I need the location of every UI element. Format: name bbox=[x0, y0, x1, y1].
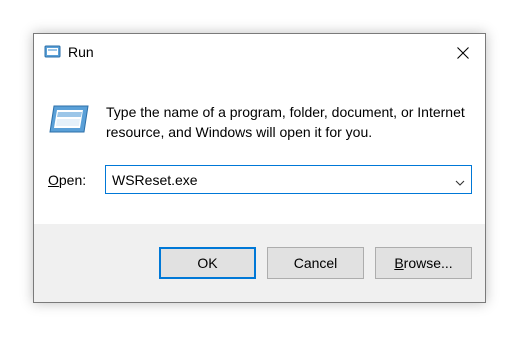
browse-accel: B bbox=[394, 255, 404, 271]
close-button[interactable] bbox=[441, 34, 485, 72]
chevron-down-icon[interactable] bbox=[455, 175, 465, 186]
open-combobox[interactable]: WSReset.exe bbox=[105, 165, 472, 194]
open-input-value[interactable]: WSReset.exe bbox=[112, 172, 198, 188]
browse-label-rest: rowse... bbox=[403, 255, 453, 271]
description-text: Type the name of a program, folder, docu… bbox=[106, 104, 465, 140]
ok-button[interactable]: OK bbox=[159, 247, 256, 279]
window-title: Run bbox=[68, 44, 94, 60]
run-icon bbox=[44, 45, 62, 59]
cancel-button[interactable]: Cancel bbox=[267, 247, 364, 279]
title-bar[interactable]: Run bbox=[34, 34, 485, 72]
open-label-rest: pen: bbox=[58, 172, 87, 188]
close-icon bbox=[457, 47, 469, 59]
open-label-accel: O bbox=[48, 172, 59, 188]
browse-button[interactable]: Browse... bbox=[375, 247, 472, 279]
run-dialog: Run Type the name of a program, folder, … bbox=[33, 33, 486, 303]
open-label: Open: bbox=[48, 172, 86, 188]
run-program-icon bbox=[48, 104, 90, 134]
button-bar: OK Cancel Browse... bbox=[34, 224, 485, 302]
